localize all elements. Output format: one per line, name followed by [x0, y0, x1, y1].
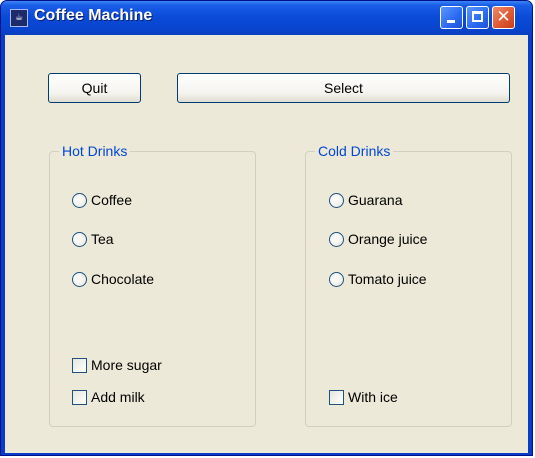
radio-button-icon[interactable]	[329, 192, 344, 208]
quit-button[interactable]: Quit	[48, 73, 141, 103]
radio-label: Orange juice	[348, 231, 428, 247]
checkbox-add-milk[interactable]: Add milk	[72, 387, 145, 407]
maximize-button[interactable]	[466, 6, 489, 29]
app-icon: ☕	[10, 9, 28, 27]
radio-button-icon[interactable]	[72, 231, 87, 247]
checkbox-more-sugar[interactable]: More sugar	[72, 355, 162, 375]
close-icon: ✕	[496, 7, 511, 27]
checkbox-icon[interactable]	[72, 357, 87, 373]
title-bar[interactable]: ☕ Coffee Machine ✕	[1, 1, 532, 35]
radio-orange-juice[interactable]: Orange juice	[329, 229, 427, 249]
maximize-icon	[472, 11, 483, 22]
radio-label: Tomato juice	[348, 271, 427, 287]
radio-tea[interactable]: Tea	[72, 229, 114, 249]
minimize-button[interactable]	[440, 6, 463, 29]
client-area: Quit Select Hot Drinks Coffee Tea Chocol…	[5, 35, 528, 453]
close-button[interactable]: ✕	[492, 6, 515, 29]
checkbox-label: With ice	[348, 389, 398, 405]
radio-label: Tea	[91, 231, 114, 247]
radio-button-icon[interactable]	[72, 192, 87, 208]
checkbox-icon[interactable]	[329, 389, 344, 405]
select-button[interactable]: Select	[177, 73, 510, 103]
radio-coffee[interactable]: Coffee	[72, 190, 132, 210]
radio-label: Chocolate	[91, 271, 155, 287]
radio-button-icon[interactable]	[72, 271, 87, 287]
app-window: ☕ Coffee Machine ✕ Quit Select Hot Drink…	[0, 0, 533, 456]
hot-drinks-label: Hot Drinks	[59, 143, 131, 159]
radio-label: Coffee	[91, 192, 132, 208]
window-title: Coffee Machine	[34, 7, 153, 24]
radio-tomato-juice[interactable]: Tomato juice	[329, 269, 427, 289]
radio-guarana[interactable]: Guarana	[329, 190, 402, 210]
radio-button-icon[interactable]	[329, 271, 344, 287]
checkbox-label: More sugar	[91, 357, 162, 373]
minimize-icon	[447, 20, 455, 23]
radio-chocolate[interactable]: Chocolate	[72, 269, 154, 289]
radio-label: Guarana	[348, 192, 403, 208]
cold-drinks-label: Cold Drinks	[315, 143, 394, 159]
checkbox-icon[interactable]	[72, 389, 87, 405]
checkbox-label: Add milk	[91, 389, 145, 405]
checkbox-with-ice[interactable]: With ice	[329, 387, 398, 407]
radio-button-icon[interactable]	[329, 231, 344, 247]
